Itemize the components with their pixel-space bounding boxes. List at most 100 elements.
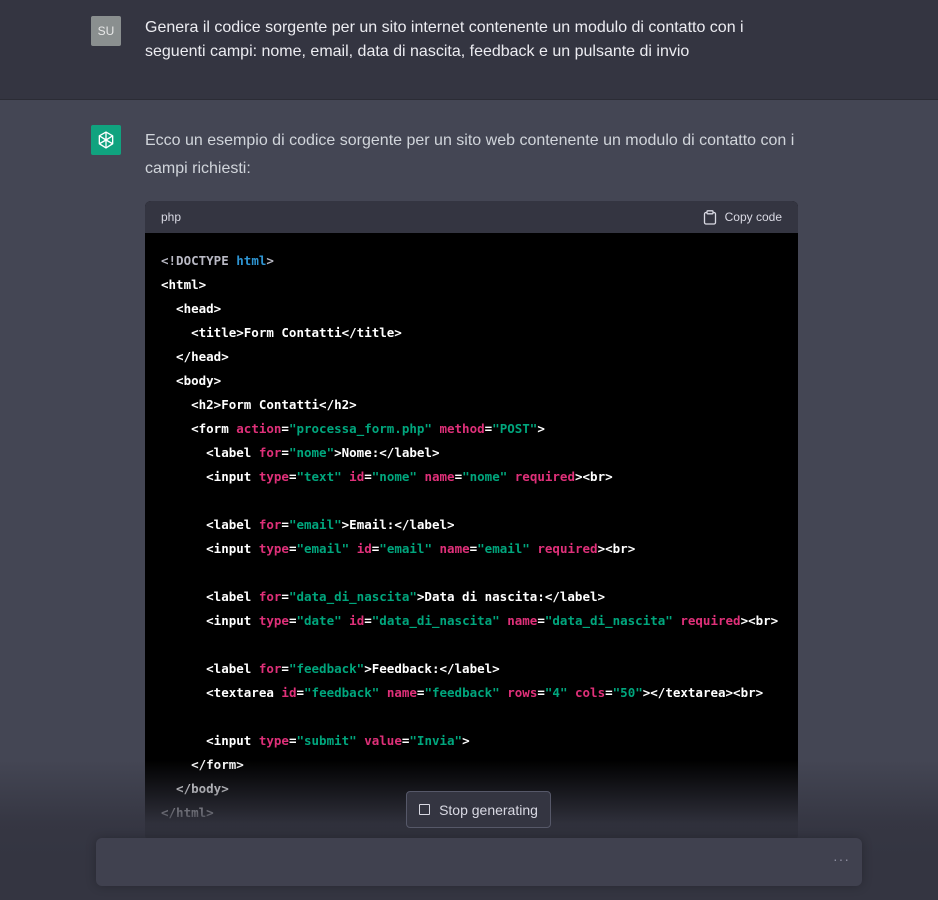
code-token: for — [258, 589, 282, 604]
code-token: ><br> — [740, 613, 779, 628]
code-content: <!DOCTYPE html> <html> <head> <title>Form… — [145, 233, 798, 825]
code-token: > — [266, 253, 274, 268]
code-token: ><br> — [575, 469, 613, 484]
openai-logo-icon — [91, 125, 121, 155]
typing-dots-icon: ··· — [833, 851, 850, 867]
code-token: "email" — [296, 541, 350, 556]
code-token: for — [258, 445, 282, 460]
code-token: "POST" — [492, 421, 538, 436]
code-token: "nome" — [288, 445, 335, 460]
code-token: >Nome:</label> — [334, 445, 440, 460]
code-token: name — [507, 613, 538, 628]
code-token: </head> — [161, 349, 229, 364]
code-token: id — [281, 685, 297, 700]
code-line: <h2>Form Contatti</h2> — [161, 393, 798, 417]
code-line: <textarea id="feedback" name="feedback" … — [161, 681, 798, 705]
code-token: method — [439, 421, 485, 436]
code-token: > — [537, 421, 545, 436]
code-token: = — [281, 517, 289, 532]
code-token: name — [424, 469, 455, 484]
code-token: ></textarea><br> — [642, 685, 764, 700]
code-token: name — [439, 541, 470, 556]
code-token: <title>Form Contatti</title> — [161, 325, 402, 340]
code-token: = — [454, 469, 463, 484]
code-line: <input type="text" id="nome" name="nome"… — [161, 465, 798, 489]
stop-generating-button[interactable]: Stop generating — [406, 791, 551, 828]
code-token: "data_di_nascita" — [371, 613, 500, 628]
code-line: <input type="date" id="data_di_nascita" … — [161, 609, 798, 633]
code-token: type — [258, 541, 289, 556]
code-token: name — [386, 685, 417, 700]
code-token: "feedback" — [304, 685, 380, 700]
code-token: "text" — [296, 469, 342, 484]
code-line: <label for="nome">Nome:</label> — [161, 441, 798, 465]
code-token: type — [258, 733, 289, 748]
code-token: = — [281, 661, 289, 676]
code-token: <input — [161, 613, 259, 628]
code-line: <title>Form Contatti</title> — [161, 321, 798, 345]
copy-code-button[interactable]: Copy code — [703, 209, 782, 225]
code-line: <input type="email" id="email" name="ema… — [161, 537, 798, 561]
code-token: "email" — [379, 541, 432, 556]
code-token: id — [349, 469, 365, 484]
code-line: <label for="data_di_nascita">Data di nas… — [161, 585, 798, 609]
assistant-message-text: Ecco un esempio di codice sorgente per u… — [145, 132, 795, 177]
stop-generating-label: Stop generating — [439, 801, 538, 818]
code-token: "email" — [477, 541, 530, 556]
code-line: <label for="email">Email:</label> — [161, 513, 798, 537]
code-token: id — [349, 613, 365, 628]
code-line: <html> — [161, 273, 798, 297]
code-header: php Copy code — [145, 201, 798, 233]
code-token: <head> — [161, 301, 222, 316]
code-token: required — [537, 541, 598, 556]
code-token: = — [364, 613, 372, 628]
code-line: </form> — [161, 753, 798, 777]
code-token: >Feedback:</label> — [364, 661, 500, 676]
code-token: = — [364, 469, 372, 484]
code-token: id — [356, 541, 372, 556]
code-token: = — [281, 589, 289, 604]
code-token: >Data di nascita:</label> — [416, 589, 606, 604]
code-token: "date" — [296, 613, 342, 628]
code-token: rows — [507, 685, 538, 700]
code-token: "data_di_nascita" — [288, 589, 417, 604]
code-language-label: php — [161, 210, 182, 224]
code-line: </head> — [161, 345, 798, 369]
code-token: = — [537, 685, 545, 700]
user-message-text: Genera il codice sorgente per un sito in… — [145, 19, 744, 60]
code-line: <!DOCTYPE html> — [161, 249, 798, 273]
code-token: type — [258, 469, 289, 484]
code-token: <h2>Form Contatti</h2> — [161, 397, 357, 412]
user-avatar: SU — [91, 16, 121, 46]
code-line: <head> — [161, 297, 798, 321]
code-token: = — [296, 685, 305, 700]
code-token: <label — [161, 589, 259, 604]
code-token: <textarea — [161, 685, 282, 700]
code-token: </body> — [161, 781, 229, 796]
code-token: for — [258, 661, 282, 676]
user-message-row: SU Genera il codice sorgente per un sito… — [0, 0, 938, 100]
code-token: cols — [575, 685, 606, 700]
code-line: <form action="processa_form.php" method=… — [161, 417, 798, 441]
code-token: "feedback" — [424, 685, 500, 700]
code-line: <input type="submit" value="Invia"> — [161, 729, 798, 753]
code-token: >Email:</label> — [341, 517, 455, 532]
code-token: "data_di_nascita" — [544, 613, 673, 628]
code-token: <label — [161, 445, 259, 460]
code-token: action — [236, 421, 282, 436]
code-token: "feedback" — [288, 661, 365, 676]
code-token: = — [281, 421, 289, 436]
code-line: <body> — [161, 369, 798, 393]
code-block: php Copy code <!DOCTYPE html> <html> <hea… — [145, 201, 798, 841]
message-input[interactable]: ··· — [96, 838, 862, 886]
code-token: <body> — [161, 373, 222, 388]
code-token: = — [281, 445, 289, 460]
code-token: <form — [161, 421, 237, 436]
